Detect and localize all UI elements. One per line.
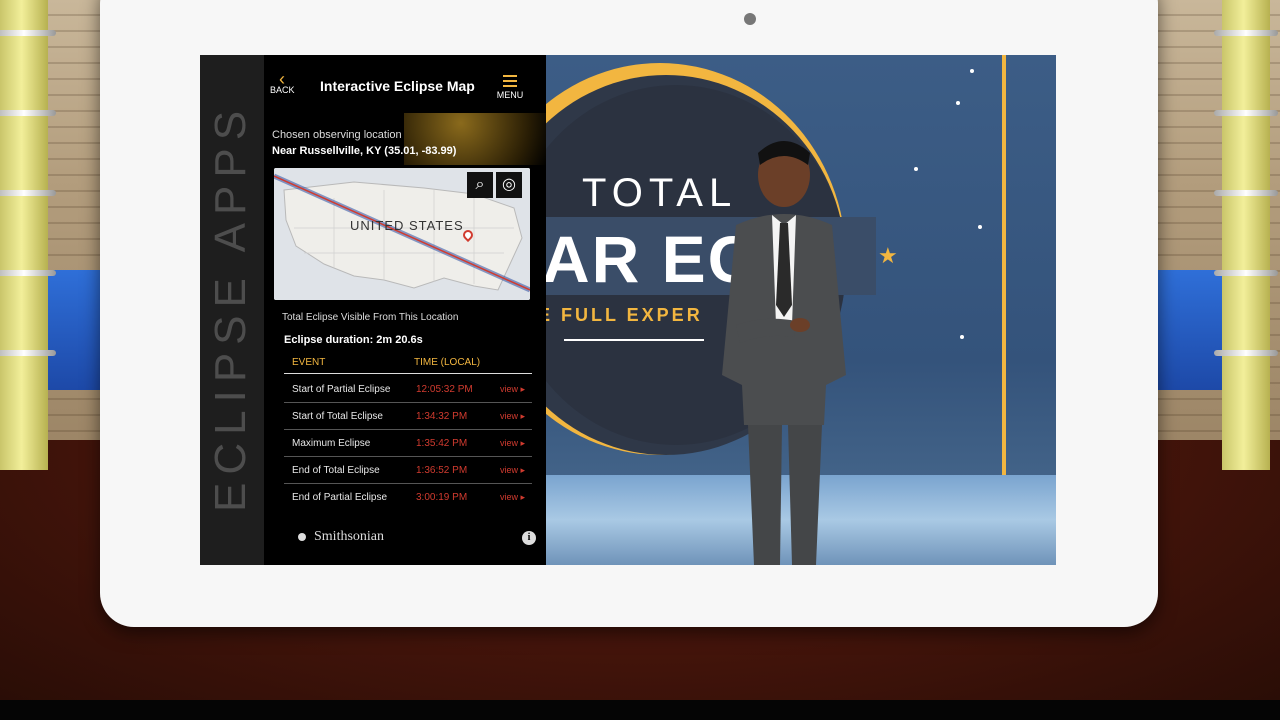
location-label: Chosen observing location xyxy=(272,129,402,141)
pillar-ring xyxy=(0,110,56,116)
event-time: 1:34:32 PM xyxy=(416,411,468,422)
pillar-ring xyxy=(0,30,56,36)
smithsonian-sun-icon xyxy=(298,533,306,541)
star-dot xyxy=(960,335,964,339)
app-header: ‹ BACK Interactive Eclipse Map MENU xyxy=(264,55,546,113)
star-icon: ★ xyxy=(878,243,898,268)
event-time: 3:00:19 PM xyxy=(416,492,468,503)
chevron-left-icon: ‹ xyxy=(279,69,285,89)
table-row[interactable]: Start of Partial Eclipse 12:05:32 PM vie… xyxy=(284,376,532,403)
brand-strip-text: ECLIPSE APPS xyxy=(206,102,255,512)
pillar-ring xyxy=(1214,270,1278,276)
table-row[interactable]: End of Total Eclipse 1:36:52 PM view ▸ xyxy=(284,457,532,484)
event-time: 1:35:42 PM xyxy=(416,438,468,449)
event-time: 12:05:32 PM xyxy=(416,384,473,395)
col-time: TIME (LOCAL) xyxy=(414,357,481,368)
star-dot xyxy=(956,101,960,105)
pillar-left xyxy=(0,0,56,470)
pillar-right xyxy=(1214,0,1278,470)
presenter-leg-left xyxy=(748,425,782,565)
info-icon[interactable]: i xyxy=(522,531,536,545)
back-label: BACK xyxy=(270,85,295,95)
view-link[interactable]: view ▸ xyxy=(500,384,525,395)
event-name: Start of Partial Eclipse xyxy=(292,384,391,395)
view-link[interactable]: view ▸ xyxy=(500,492,525,503)
crosshair-icon: ◎ xyxy=(502,176,516,193)
visibility-text: Total Eclipse Visible From This Location xyxy=(282,312,459,323)
table-row[interactable]: Start of Total Eclipse 1:34:32 PM view ▸ xyxy=(284,403,532,430)
pillar-ring xyxy=(1214,350,1278,356)
col-event: EVENT xyxy=(292,357,326,368)
search-icon: ⌕ xyxy=(475,176,485,193)
locate-button[interactable]: ◎ xyxy=(496,172,522,198)
event-name: End of Total Eclipse xyxy=(292,465,380,476)
page-title: Interactive Eclipse Map xyxy=(320,78,475,94)
pillar-ring xyxy=(0,190,56,196)
star-dot xyxy=(914,167,918,171)
set-post xyxy=(1002,55,1006,475)
letterbox-bar xyxy=(0,700,1280,720)
star-dot xyxy=(970,69,974,73)
event-name: End of Partial Eclipse xyxy=(292,492,388,503)
event-name: Start of Total Eclipse xyxy=(292,411,383,422)
smithsonian-logo: Smithsonian xyxy=(314,529,385,544)
promo-line-3: E FULL EXPER xyxy=(546,305,703,325)
pillar-ring xyxy=(0,270,56,276)
menu-button[interactable]: MENU xyxy=(496,75,524,100)
view-link[interactable]: view ▸ xyxy=(500,438,525,449)
view-link[interactable]: view ▸ xyxy=(500,465,525,476)
pillar-ring xyxy=(1214,110,1278,116)
presenter-leg-right xyxy=(788,425,822,565)
event-time: 1:36:52 PM xyxy=(416,465,468,476)
hamburger-icon xyxy=(503,75,517,87)
menu-label: MENU xyxy=(496,90,524,100)
presenter-figure xyxy=(722,141,846,565)
promo-underline xyxy=(564,339,704,341)
table-row[interactable]: End of Partial Eclipse 3:00:19 PM view ▸ xyxy=(284,484,532,510)
brand-strip: ECLIPSE APPS xyxy=(200,55,264,565)
table-row[interactable]: Maximum Eclipse 1:35:42 PM view ▸ xyxy=(284,430,532,457)
pillar-ring xyxy=(0,350,56,356)
eclipse-promo-graphic: TOTAL AR ECL E FULL EXPER ★ xyxy=(546,55,1056,565)
tablet-screen: ECLIPSE APPS ‹ BACK Interactive Eclipse … xyxy=(200,55,1056,565)
map-country-label: UNITED STATES xyxy=(350,218,464,233)
eclipse-app-panel: ‹ BACK Interactive Eclipse Map MENU Chos… xyxy=(264,55,546,565)
search-button[interactable]: ⌕ xyxy=(467,172,493,198)
presenter-hands xyxy=(790,318,810,332)
back-button[interactable]: ‹ BACK xyxy=(270,69,295,95)
eclipse-map[interactable]: UNITED STATES ⌕ ◎ xyxy=(274,168,530,300)
location-value: Near Russellville, KY (35.01, -83.99) xyxy=(272,145,457,157)
view-link[interactable]: view ▸ xyxy=(500,411,525,422)
tablet-camera xyxy=(744,13,756,25)
event-name: Maximum Eclipse xyxy=(292,438,371,449)
pillar-ring xyxy=(1214,30,1278,36)
star-dot xyxy=(978,225,982,229)
pillar-ring xyxy=(1214,190,1278,196)
events-table-header: EVENT TIME (LOCAL) xyxy=(284,355,532,374)
eclipse-duration: Eclipse duration: 2m 20.6s xyxy=(284,334,423,346)
